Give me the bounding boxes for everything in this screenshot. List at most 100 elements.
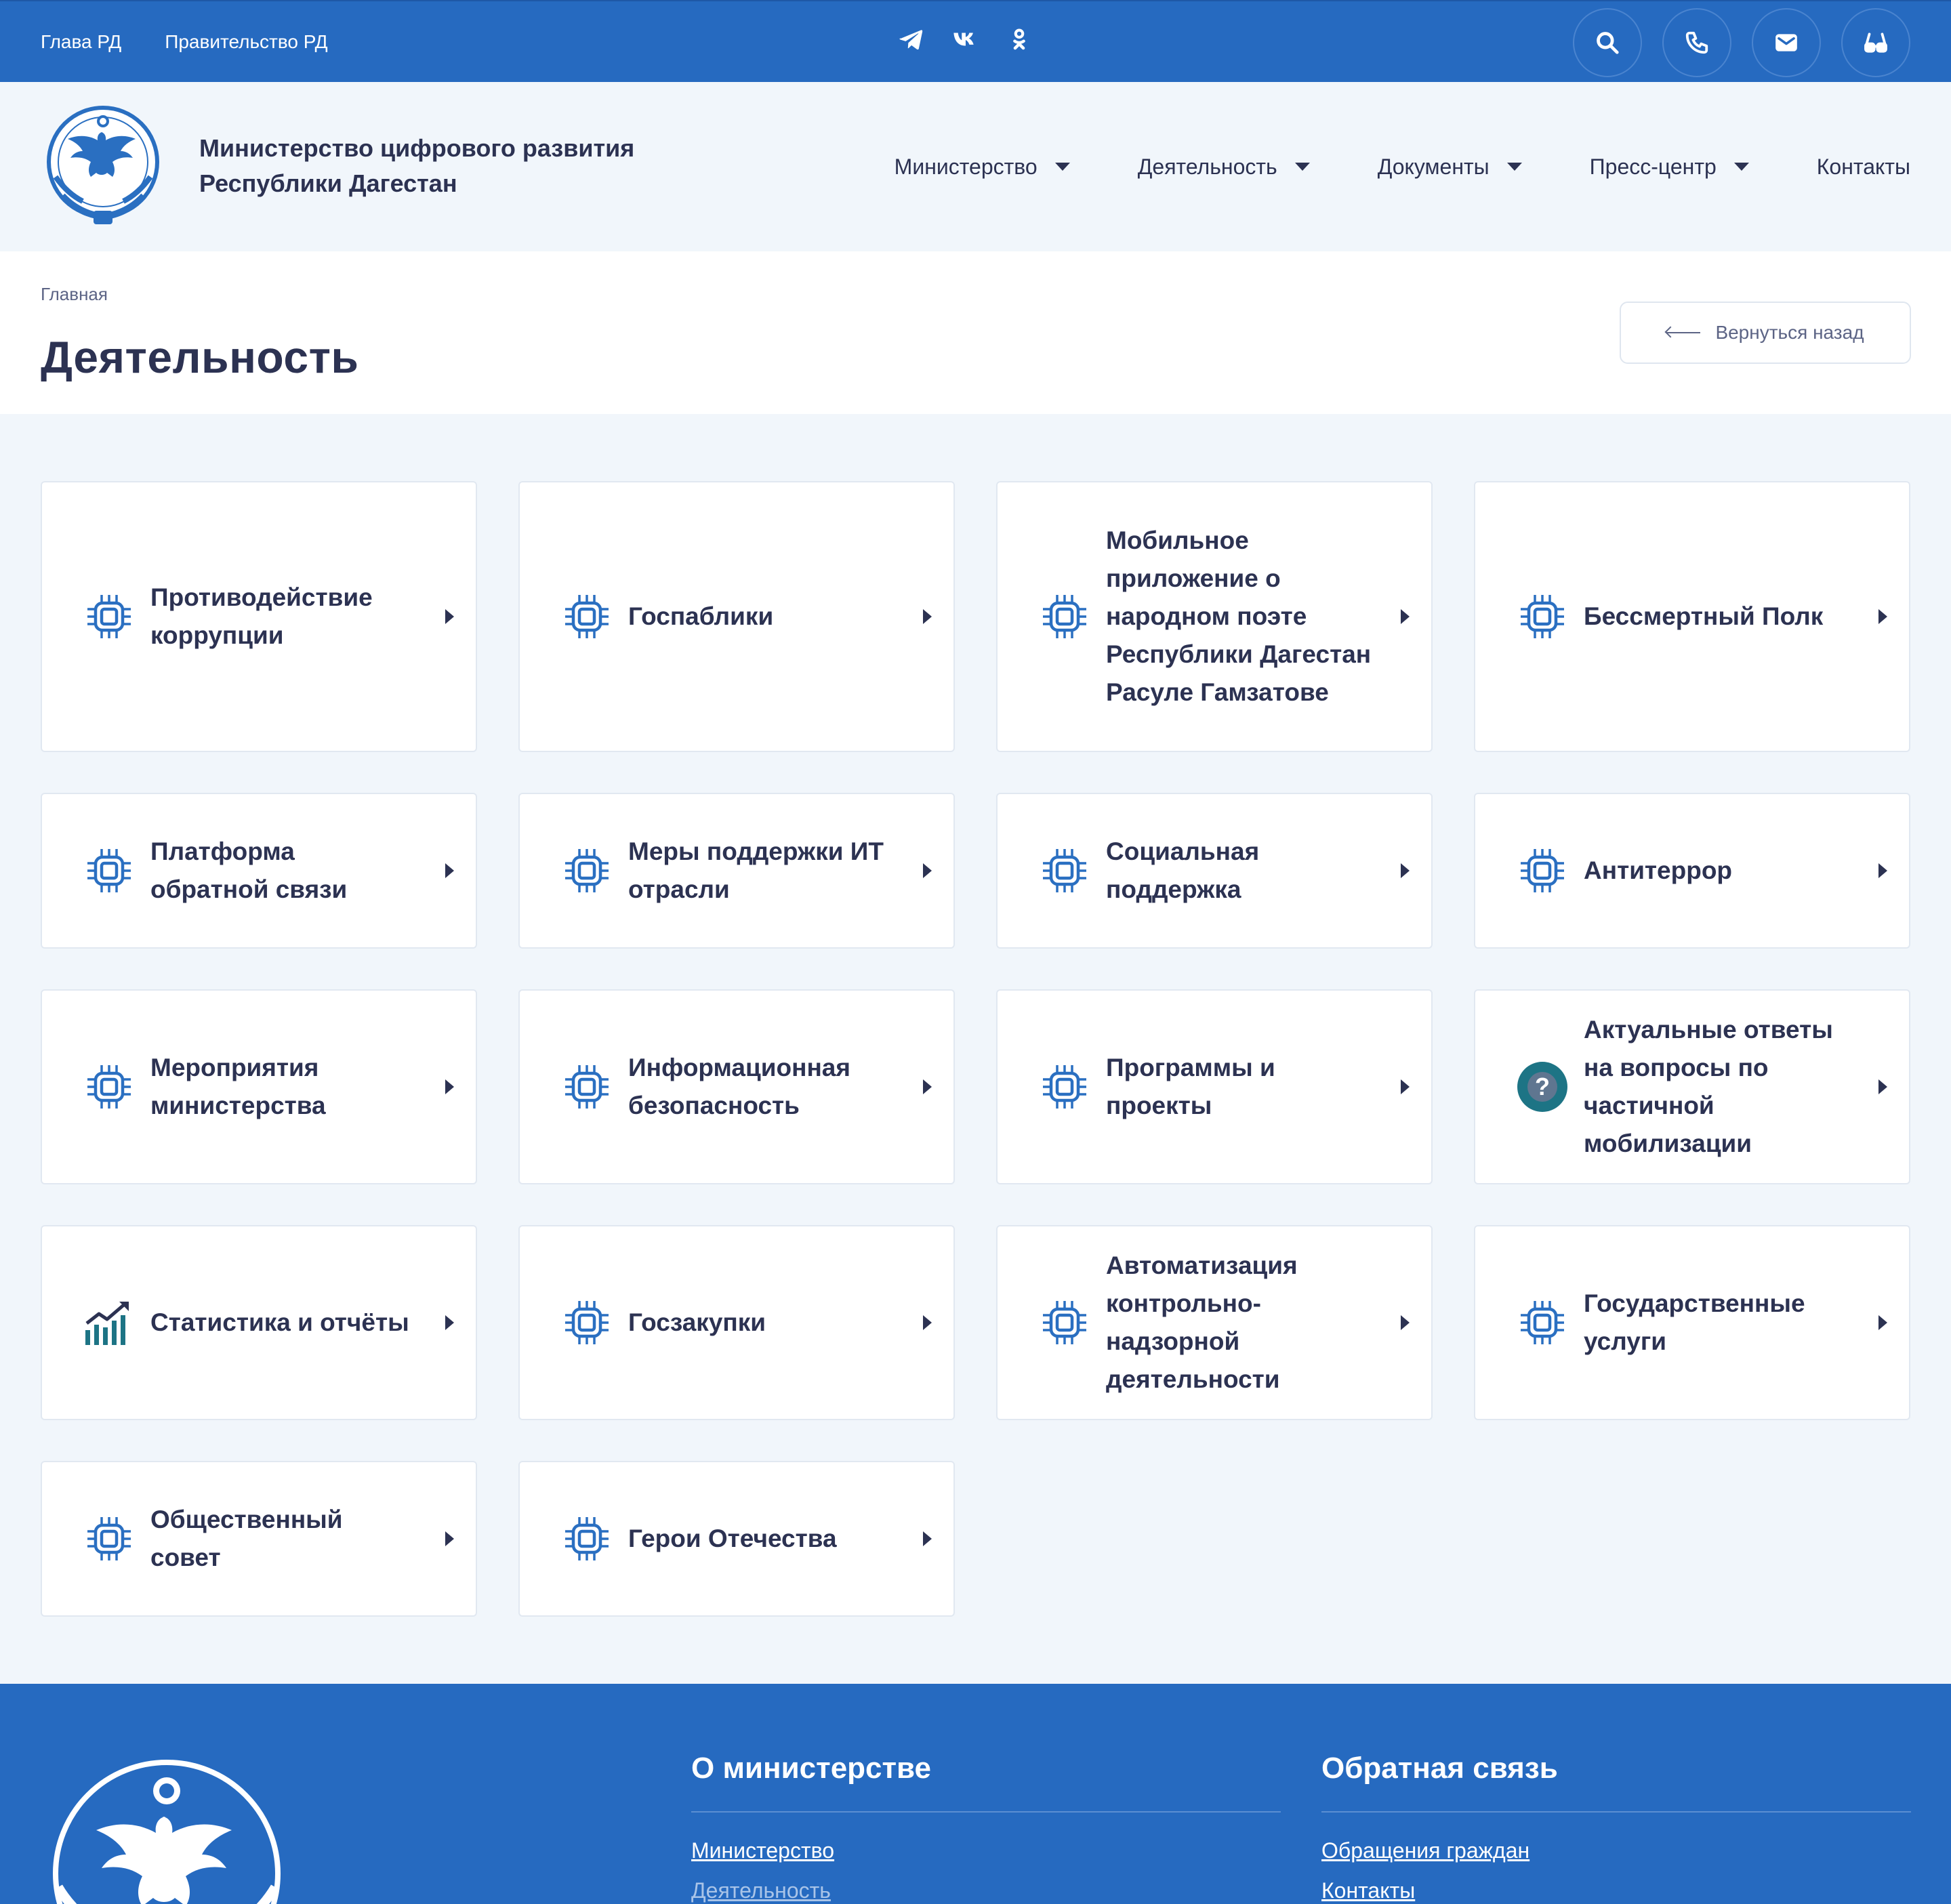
activity-card[interactable]: Социальная поддержка <box>996 793 1433 949</box>
chip-icon <box>1043 595 1086 638</box>
chip-icon <box>1043 1065 1086 1109</box>
republic-emblem-logo[interactable] <box>45 1752 289 1904</box>
organization-name: Министерство цифрового развития Республи… <box>199 131 634 201</box>
search-icon <box>1597 32 1619 54</box>
activity-card-label: Государственные услуги <box>1584 1289 1805 1355</box>
activity-card-label: Актуальные ответы на вопросы по частично… <box>1584 1016 1833 1157</box>
activity-card[interactable]: Антитеррор <box>1474 793 1910 949</box>
caret-down-icon <box>1294 163 1310 171</box>
government-link[interactable]: Правительство РД <box>165 31 327 53</box>
activity-card-label: Автоматизация контрольно-надзорной деяте… <box>1106 1251 1298 1393</box>
footer-link-contacts[interactable]: Контакты <box>1321 1878 1911 1903</box>
activity-card[interactable]: Общественный совет <box>41 1461 477 1617</box>
nav-item-press-center[interactable]: Пресс-центр <box>1590 154 1749 180</box>
activity-card[interactable]: Статистика и отчёты <box>41 1225 477 1420</box>
nav-item-ministry[interactable]: Министерство <box>895 154 1070 180</box>
caret-down-icon <box>1054 163 1070 171</box>
breadcrumb-home-link[interactable]: Главная <box>41 284 108 304</box>
nav-item-label: Деятельность <box>1137 154 1277 179</box>
activity-card[interactable]: Информационная безопасность <box>518 989 955 1184</box>
main-nav: Министерство Деятельность Документы Прес… <box>827 82 1910 251</box>
back-button-label: Вернуться назад <box>1715 322 1864 343</box>
nav-item-label: Министерство <box>894 154 1038 179</box>
page-title: Деятельность <box>41 332 359 382</box>
arrow-right-icon <box>445 1079 454 1094</box>
activity-card-label: Герои Отечества <box>628 1525 837 1552</box>
head-of-republic-link[interactable]: Глава РД <box>41 31 121 53</box>
chip-icon <box>87 595 131 638</box>
back-button[interactable]: Вернуться назад <box>1620 302 1911 364</box>
activity-card[interactable]: Меры поддержки ИТ отрасли <box>518 793 955 949</box>
arrow-right-icon <box>1878 609 1887 624</box>
activity-card[interactable]: Мероприятия министерства <box>41 989 477 1184</box>
arrow-right-icon <box>445 863 454 878</box>
chart-growth-icon <box>85 1302 129 1345</box>
top-bar: Глава РД Правительство РД <box>0 0 1951 82</box>
arrow-right-icon <box>923 1531 932 1546</box>
arrow-left-icon <box>1666 332 1701 333</box>
arrow-right-icon <box>1878 1079 1887 1094</box>
republic-emblem-logo[interactable] <box>42 101 164 228</box>
activity-card[interactable]: Государственные услуги <box>1474 1225 1910 1420</box>
arrow-right-icon <box>923 609 932 624</box>
activity-card-label: Платформа обратной связи <box>150 837 348 903</box>
social-links <box>893 22 1056 57</box>
nav-item-activity[interactable]: Деятельность <box>1138 154 1310 180</box>
activity-card-label: Мобильное приложение о народном поэте Ре… <box>1106 526 1372 706</box>
activity-card[interactable]: Мобильное приложение о народном поэте Ре… <box>996 481 1433 752</box>
footer-column-feedback: Обратная связь Обращения граждан Контакт… <box>1321 1752 1911 1903</box>
chip-icon <box>1521 1301 1564 1344</box>
arrow-right-icon <box>1401 1079 1410 1094</box>
phone-button[interactable] <box>1662 8 1731 77</box>
activity-card-label: Мероприятия министерства <box>150 1054 326 1119</box>
search-button[interactable] <box>1573 8 1642 77</box>
chip-icon <box>87 1517 131 1560</box>
activity-card-label: Меры поддержки ИТ отрасли <box>628 837 884 903</box>
question-mark: ? <box>1527 1072 1557 1102</box>
breadcrumb: Главная <box>41 284 108 305</box>
footer-link-activity[interactable]: Деятельность <box>691 1878 1281 1903</box>
arrow-right-icon <box>1878 863 1887 878</box>
activity-card[interactable]: Программы и проекты <box>996 989 1433 1184</box>
accessibility-button[interactable] <box>1841 8 1910 77</box>
phone-icon <box>1685 31 1708 54</box>
footer-link-ministry[interactable]: Министерство <box>691 1838 1281 1863</box>
arrow-right-icon <box>923 863 932 878</box>
activity-card-label: Антитеррор <box>1584 856 1733 884</box>
activity-card-label: Социальная поддержка <box>1106 837 1260 903</box>
activity-card[interactable]: ? Актуальные ответы на вопросы по частич… <box>1474 989 1910 1184</box>
footer-link-citizen-appeals[interactable]: Обращения граждан <box>1321 1838 1911 1863</box>
chip-icon <box>565 595 609 638</box>
question-icon: ? <box>1517 1062 1567 1112</box>
org-name-line1: Министерство цифрового развития <box>199 134 635 162</box>
chip-icon <box>565 1065 609 1109</box>
arrow-right-icon <box>1401 863 1410 878</box>
activity-card[interactable]: Платформа обратной связи <box>41 793 477 949</box>
arrow-right-icon <box>445 1315 454 1330</box>
activity-card[interactable]: Бессмертный Полк <box>1474 481 1910 752</box>
activity-card-label: Общественный совет <box>150 1506 343 1571</box>
vk-icon[interactable] <box>947 22 983 57</box>
activity-card[interactable]: Госзакупки <box>518 1225 955 1420</box>
chip-icon <box>565 1301 609 1344</box>
chip-icon <box>1521 595 1564 638</box>
telegram-icon[interactable] <box>893 22 928 57</box>
mail-button[interactable] <box>1752 8 1821 77</box>
chip-icon <box>87 849 131 892</box>
footer-about-title: О министерстве <box>691 1752 1281 1813</box>
activity-card[interactable]: Противодействие коррупции <box>41 481 477 752</box>
activity-card-label: Госпаблики <box>628 602 774 630</box>
activity-card[interactable]: Автоматизация контрольно-надзорной деяте… <box>996 1225 1433 1420</box>
activity-card[interactable]: Госпаблики <box>518 481 955 752</box>
activity-card-label: Противодействие коррупции <box>150 583 373 649</box>
nav-item-label: Контакты <box>1816 154 1910 179</box>
activity-card-label: Статистика и отчёты <box>150 1308 409 1336</box>
nav-item-contacts[interactable]: Контакты <box>1817 154 1910 180</box>
activity-card-label: Бессмертный Полк <box>1584 602 1824 630</box>
odnoklassniki-icon[interactable] <box>1002 22 1037 57</box>
org-name-line2: Республики Дагестан <box>199 169 457 197</box>
nav-item-documents[interactable]: Документы <box>1378 154 1522 180</box>
footer-column-about: О министерстве Министерство Деятельность <box>691 1752 1281 1903</box>
activity-card[interactable]: Герои Отечества <box>518 1461 955 1617</box>
activity-card-label: Информационная безопасность <box>628 1054 850 1119</box>
